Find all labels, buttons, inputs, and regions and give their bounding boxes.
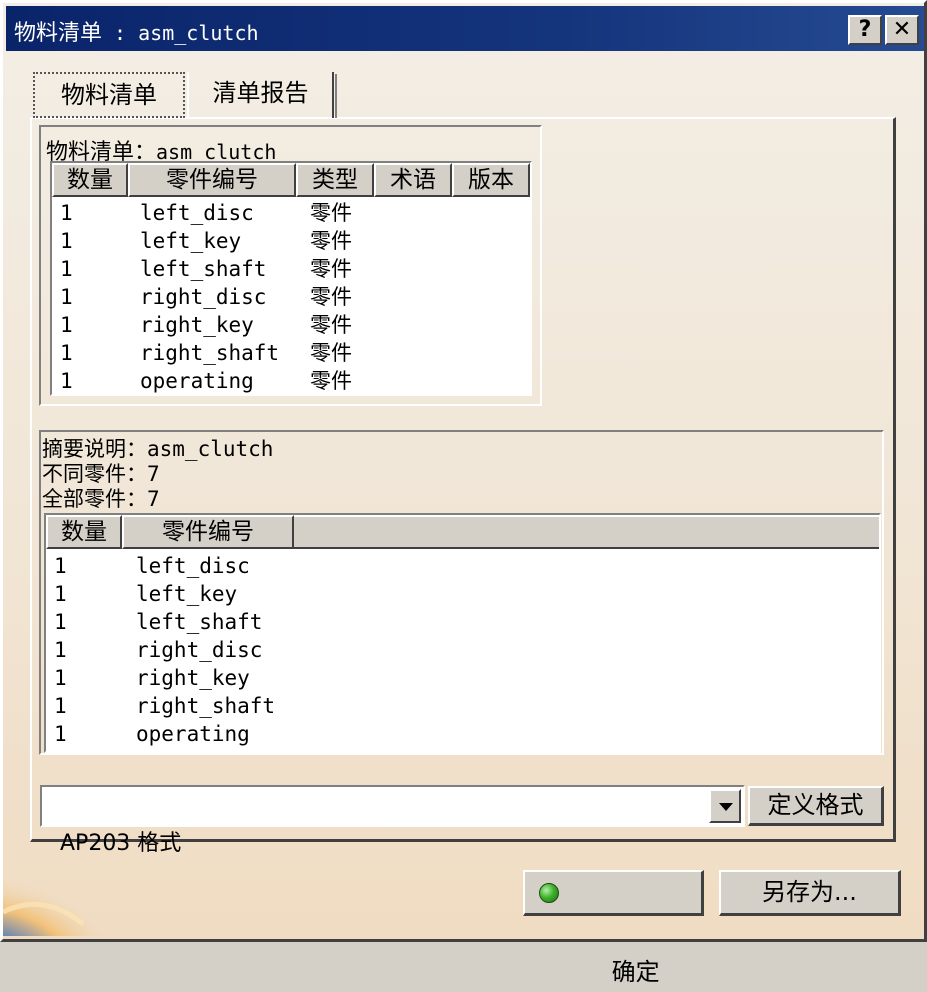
type-cell: 零件 <box>310 229 352 253</box>
type-cell: 零件 <box>310 313 352 337</box>
help-button[interactable]: ? <box>848 15 882 45</box>
summary-distinct-label: 不同零件： <box>42 462 147 486</box>
summary-total-parts: 全部零件：7 <box>42 486 160 512</box>
qty-cell: 1 <box>60 313 73 337</box>
green-light-icon <box>539 883 559 903</box>
col-header-revision[interactable]: 版本 <box>452 163 530 197</box>
qty-cell: 1 <box>60 369 73 393</box>
chevron-down-icon[interactable] <box>709 789 741 823</box>
table-row[interactable]: 1 operating 零件 <box>52 367 352 395</box>
part-cell: operating <box>136 722 250 746</box>
col-header-qty[interactable]: 数量 <box>46 515 122 549</box>
summary-distinct-parts: 不同零件：7 <box>42 461 160 487</box>
table-row[interactable]: 1 right_key <box>46 664 250 692</box>
part-cell: left_disc <box>140 201 254 225</box>
window-title-sep: : <box>102 21 139 45</box>
define-format-button[interactable]: 定义格式 <box>748 786 884 826</box>
summary-description-label: 摘要说明： <box>42 437 147 461</box>
table-row[interactable]: 1 left_shaft <box>46 608 262 636</box>
format-select-value: AP203 格式 <box>60 831 182 856</box>
type-cell: 零件 <box>310 201 352 225</box>
summary-total-label: 全部零件： <box>42 487 147 511</box>
ok-button-label: 确定 <box>611 958 660 986</box>
table-row[interactable]: 1 left_disc 零件 <box>52 199 352 227</box>
part-cell: left_key <box>136 582 238 606</box>
table-row[interactable]: 1 right_shaft 零件 <box>52 339 352 367</box>
header-filler <box>294 515 879 549</box>
type-cell: 零件 <box>310 369 352 393</box>
ok-button[interactable]: 确定 <box>523 870 704 986</box>
part-cell: right_disc <box>140 285 267 309</box>
part-cell: right_disc <box>136 638 263 662</box>
qty-cell: 1 <box>54 610 67 634</box>
table-row[interactable]: 1 left_shaft 零件 <box>52 255 352 283</box>
col-header-qty[interactable]: 数量 <box>52 163 128 197</box>
close-icon: ✕ <box>892 17 912 42</box>
qty-cell: 1 <box>60 201 73 225</box>
qty-cell: 1 <box>60 341 73 365</box>
title-bar[interactable]: 物料清单 : asm_clutch ? ✕ <box>6 6 924 51</box>
col-header-part-number[interactable]: 零件编号 <box>122 515 294 549</box>
save-as-button[interactable]: 另存为... <box>719 870 901 916</box>
summary-distinct-value: 7 <box>147 462 160 486</box>
table-row[interactable]: 1 operating <box>46 720 250 748</box>
part-cell: right_shaft <box>140 341 280 365</box>
col-header-term[interactable]: 术语 <box>374 163 452 197</box>
type-cell: 零件 <box>310 285 352 309</box>
window-title: 物料清单 : asm_clutch <box>14 15 259 47</box>
summary-total-value: 7 <box>147 487 160 511</box>
qty-cell: 1 <box>54 722 67 746</box>
tab-report[interactable]: 清单报告 <box>187 72 337 118</box>
part-cell: left_key <box>140 229 242 253</box>
qty-cell: 1 <box>54 582 67 606</box>
qty-cell: 1 <box>54 666 67 690</box>
part-cell: operating <box>140 369 254 393</box>
qty-cell: 1 <box>54 638 67 662</box>
table-row[interactable]: 1 left_disc <box>46 552 250 580</box>
qty-cell: 1 <box>54 554 67 578</box>
col-header-part-number[interactable]: 零件编号 <box>128 163 296 197</box>
qty-cell: 1 <box>54 694 67 718</box>
part-cell: left_shaft <box>136 610 263 634</box>
qty-cell: 1 <box>60 229 73 253</box>
summary-table[interactable]: 数量 零件编号 1 left_disc 1 left_key 1 left_sh… <box>44 513 881 753</box>
type-cell: 零件 <box>310 341 352 365</box>
part-cell: right_key <box>136 666 250 690</box>
col-header-type[interactable]: 类型 <box>296 163 374 197</box>
summary-description-value: asm_clutch <box>147 437 274 461</box>
bom-table[interactable]: 数量 零件编号 类型 术语 版本 1 left_disc 零件 1 left_k… <box>50 161 532 396</box>
table-row[interactable]: 1 right_key 零件 <box>52 311 352 339</box>
type-cell: 零件 <box>310 257 352 281</box>
table-row[interactable]: 1 left_key <box>46 580 237 608</box>
table-row[interactable]: 1 right_disc 零件 <box>52 283 352 311</box>
window-title-label: 物料清单 <box>14 21 103 46</box>
close-button[interactable]: ✕ <box>885 15 919 45</box>
table-row[interactable]: 1 right_disc <box>46 636 262 664</box>
table-row[interactable]: 1 left_key 零件 <box>52 227 352 255</box>
tab-bom[interactable]: 物料清单 <box>33 72 185 118</box>
part-cell: left_disc <box>136 554 250 578</box>
window-title-assembly: asm_clutch <box>138 21 259 45</box>
qty-cell: 1 <box>60 257 73 281</box>
part-cell: right_key <box>140 313 254 337</box>
part-cell: left_shaft <box>140 257 267 281</box>
format-select[interactable]: AP203 格式 <box>40 785 745 856</box>
table-row[interactable]: 1 right_shaft <box>46 692 275 720</box>
app-logo-icon <box>3 862 103 936</box>
part-cell: right_shaft <box>136 694 276 718</box>
summary-description: 摘要说明：asm_clutch <box>42 436 273 462</box>
qty-cell: 1 <box>60 285 73 309</box>
